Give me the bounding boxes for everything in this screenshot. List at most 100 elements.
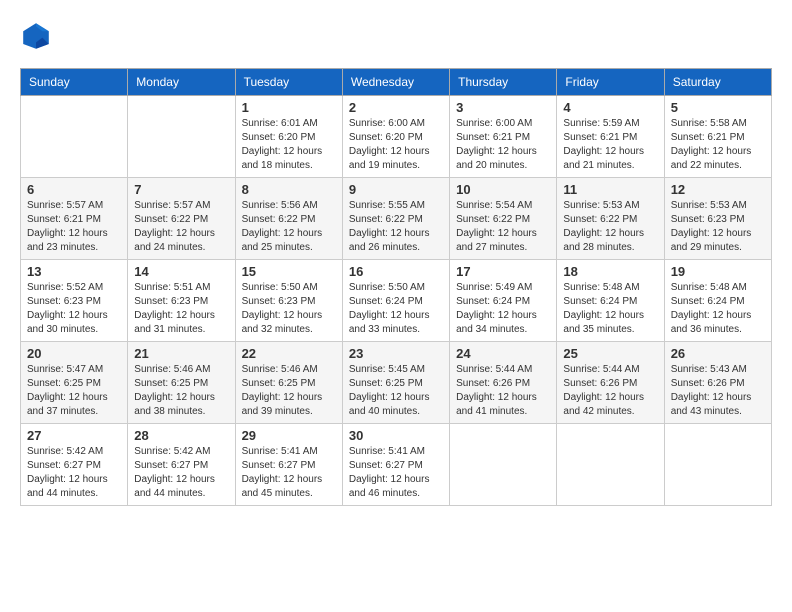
day-number: 1 bbox=[242, 100, 336, 115]
weekday-header-row: SundayMondayTuesdayWednesdayThursdayFrid… bbox=[21, 69, 772, 96]
calendar-cell: 21 Sunrise: 5:46 AM Sunset: 6:25 PM Dayli… bbox=[128, 342, 235, 424]
weekday-header-saturday: Saturday bbox=[664, 69, 771, 96]
day-number: 11 bbox=[563, 182, 657, 197]
weekday-header-thursday: Thursday bbox=[450, 69, 557, 96]
calendar-cell: 1 Sunrise: 6:01 AM Sunset: 6:20 PM Daylig… bbox=[235, 96, 342, 178]
day-info: Sunrise: 5:57 AM Sunset: 6:21 PM Dayligh… bbox=[27, 199, 121, 255]
day-info: Sunrise: 5:45 AM Sunset: 6:25 PM Dayligh… bbox=[349, 363, 443, 419]
calendar-cell: 5 Sunrise: 5:58 AM Sunset: 6:21 PM Daylig… bbox=[664, 96, 771, 178]
day-info: Sunrise: 5:44 AM Sunset: 6:26 PM Dayligh… bbox=[563, 363, 657, 419]
calendar-cell: 17 Sunrise: 5:49 AM Sunset: 6:24 PM Dayli… bbox=[450, 260, 557, 342]
calendar-week-row: 13Sunrise: 5:52 AM Sunset: 6:23 PM Dayli… bbox=[21, 260, 772, 342]
calendar-cell: 23 Sunrise: 5:45 AM Sunset: 6:25 PM Dayli… bbox=[342, 342, 449, 424]
day-info: Sunrise: 5:41 AM Sunset: 6:27 PM Dayligh… bbox=[349, 445, 443, 501]
day-info: Sunrise: 5:53 AM Sunset: 6:23 PM Dayligh… bbox=[671, 199, 765, 255]
day-info: Sunrise: 5:58 AM Sunset: 6:21 PM Dayligh… bbox=[671, 117, 765, 173]
day-number: 3 bbox=[456, 100, 550, 115]
weekday-header-sunday: Sunday bbox=[21, 69, 128, 96]
day-info: Sunrise: 5:42 AM Sunset: 6:27 PM Dayligh… bbox=[134, 445, 228, 501]
day-info: Sunrise: 5:59 AM Sunset: 6:21 PM Dayligh… bbox=[563, 117, 657, 173]
calendar-cell bbox=[21, 96, 128, 178]
day-number: 12 bbox=[671, 182, 765, 197]
calendar-cell: 15 Sunrise: 5:50 AM Sunset: 6:23 PM Dayli… bbox=[235, 260, 342, 342]
day-info: Sunrise: 6:00 AM Sunset: 6:21 PM Dayligh… bbox=[456, 117, 550, 173]
calendar-cell: 3 Sunrise: 6:00 AM Sunset: 6:21 PM Daylig… bbox=[450, 96, 557, 178]
day-number: 27 bbox=[27, 428, 121, 443]
calendar-cell: 18 Sunrise: 5:48 AM Sunset: 6:24 PM Dayli… bbox=[557, 260, 664, 342]
day-info: Sunrise: 5:50 AM Sunset: 6:23 PM Dayligh… bbox=[242, 281, 336, 337]
day-number: 21 bbox=[134, 346, 228, 361]
day-info: Sunrise: 5:41 AM Sunset: 6:27 PM Dayligh… bbox=[242, 445, 336, 501]
calendar-cell bbox=[557, 424, 664, 506]
day-number: 10 bbox=[456, 182, 550, 197]
calendar-cell: 28 Sunrise: 5:42 AM Sunset: 6:27 PM Dayli… bbox=[128, 424, 235, 506]
calendar-week-row: 1 Sunrise: 6:01 AM Sunset: 6:20 PM Daylig… bbox=[21, 96, 772, 178]
calendar-cell: 10 Sunrise: 5:54 AM Sunset: 6:22 PM Dayli… bbox=[450, 178, 557, 260]
day-number: 14 bbox=[134, 264, 228, 279]
day-number: 19 bbox=[671, 264, 765, 279]
day-info: Sunrise: 5:44 AM Sunset: 6:26 PM Dayligh… bbox=[456, 363, 550, 419]
day-info: Sunrise: 5:57 AM Sunset: 6:22 PM Dayligh… bbox=[134, 199, 228, 255]
weekday-header-wednesday: Wednesday bbox=[342, 69, 449, 96]
calendar-cell: 14Sunrise: 5:51 AM Sunset: 6:23 PM Dayli… bbox=[128, 260, 235, 342]
calendar-cell: 30 Sunrise: 5:41 AM Sunset: 6:27 PM Dayli… bbox=[342, 424, 449, 506]
logo bbox=[20, 20, 56, 52]
calendar-cell: 29 Sunrise: 5:41 AM Sunset: 6:27 PM Dayli… bbox=[235, 424, 342, 506]
day-number: 7 bbox=[134, 182, 228, 197]
calendar-cell: 2 Sunrise: 6:00 AM Sunset: 6:20 PM Daylig… bbox=[342, 96, 449, 178]
calendar-cell: 4Sunrise: 5:59 AM Sunset: 6:21 PM Daylig… bbox=[557, 96, 664, 178]
calendar-cell bbox=[664, 424, 771, 506]
day-number: 17 bbox=[456, 264, 550, 279]
weekday-header-monday: Monday bbox=[128, 69, 235, 96]
day-number: 5 bbox=[671, 100, 765, 115]
day-number: 2 bbox=[349, 100, 443, 115]
day-number: 20 bbox=[27, 346, 121, 361]
day-info: Sunrise: 6:01 AM Sunset: 6:20 PM Dayligh… bbox=[242, 117, 336, 173]
calendar-cell: 6 Sunrise: 5:57 AM Sunset: 6:21 PM Daylig… bbox=[21, 178, 128, 260]
day-number: 6 bbox=[27, 182, 121, 197]
calendar-week-row: 6 Sunrise: 5:57 AM Sunset: 6:21 PM Daylig… bbox=[21, 178, 772, 260]
day-number: 23 bbox=[349, 346, 443, 361]
day-number: 8 bbox=[242, 182, 336, 197]
day-info: Sunrise: 6:00 AM Sunset: 6:20 PM Dayligh… bbox=[349, 117, 443, 173]
logo-icon bbox=[20, 20, 52, 52]
calendar-cell: 26 Sunrise: 5:43 AM Sunset: 6:26 PM Dayli… bbox=[664, 342, 771, 424]
day-info: Sunrise: 5:43 AM Sunset: 6:26 PM Dayligh… bbox=[671, 363, 765, 419]
day-number: 26 bbox=[671, 346, 765, 361]
day-info: Sunrise: 5:55 AM Sunset: 6:22 PM Dayligh… bbox=[349, 199, 443, 255]
day-info: Sunrise: 5:46 AM Sunset: 6:25 PM Dayligh… bbox=[242, 363, 336, 419]
weekday-header-friday: Friday bbox=[557, 69, 664, 96]
calendar-cell bbox=[128, 96, 235, 178]
day-info: Sunrise: 5:42 AM Sunset: 6:27 PM Dayligh… bbox=[27, 445, 121, 501]
day-number: 9 bbox=[349, 182, 443, 197]
day-info: Sunrise: 5:48 AM Sunset: 6:24 PM Dayligh… bbox=[563, 281, 657, 337]
calendar-cell: 24Sunrise: 5:44 AM Sunset: 6:26 PM Dayli… bbox=[450, 342, 557, 424]
day-number: 18 bbox=[563, 264, 657, 279]
day-info: Sunrise: 5:49 AM Sunset: 6:24 PM Dayligh… bbox=[456, 281, 550, 337]
day-info: Sunrise: 5:54 AM Sunset: 6:22 PM Dayligh… bbox=[456, 199, 550, 255]
day-number: 30 bbox=[349, 428, 443, 443]
calendar-cell: 12 Sunrise: 5:53 AM Sunset: 6:23 PM Dayli… bbox=[664, 178, 771, 260]
day-info: Sunrise: 5:56 AM Sunset: 6:22 PM Dayligh… bbox=[242, 199, 336, 255]
calendar-cell: 11 Sunrise: 5:53 AM Sunset: 6:22 PM Dayli… bbox=[557, 178, 664, 260]
day-info: Sunrise: 5:48 AM Sunset: 6:24 PM Dayligh… bbox=[671, 281, 765, 337]
day-number: 29 bbox=[242, 428, 336, 443]
day-number: 15 bbox=[242, 264, 336, 279]
calendar-week-row: 27 Sunrise: 5:42 AM Sunset: 6:27 PM Dayli… bbox=[21, 424, 772, 506]
day-info: Sunrise: 5:52 AM Sunset: 6:23 PM Dayligh… bbox=[27, 281, 121, 337]
day-number: 28 bbox=[134, 428, 228, 443]
calendar-cell: 9 Sunrise: 5:55 AM Sunset: 6:22 PM Daylig… bbox=[342, 178, 449, 260]
calendar-cell: 22Sunrise: 5:46 AM Sunset: 6:25 PM Dayli… bbox=[235, 342, 342, 424]
day-info: Sunrise: 5:46 AM Sunset: 6:25 PM Dayligh… bbox=[134, 363, 228, 419]
calendar-cell bbox=[450, 424, 557, 506]
day-number: 25 bbox=[563, 346, 657, 361]
calendar-table: SundayMondayTuesdayWednesdayThursdayFrid… bbox=[20, 68, 772, 506]
calendar-cell: 7 Sunrise: 5:57 AM Sunset: 6:22 PM Daylig… bbox=[128, 178, 235, 260]
weekday-header-tuesday: Tuesday bbox=[235, 69, 342, 96]
calendar-cell: 8 Sunrise: 5:56 AM Sunset: 6:22 PM Daylig… bbox=[235, 178, 342, 260]
day-number: 16 bbox=[349, 264, 443, 279]
day-info: Sunrise: 5:53 AM Sunset: 6:22 PM Dayligh… bbox=[563, 199, 657, 255]
calendar-week-row: 20Sunrise: 5:47 AM Sunset: 6:25 PM Dayli… bbox=[21, 342, 772, 424]
calendar-cell: 25 Sunrise: 5:44 AM Sunset: 6:26 PM Dayli… bbox=[557, 342, 664, 424]
calendar-cell: 16Sunrise: 5:50 AM Sunset: 6:24 PM Dayli… bbox=[342, 260, 449, 342]
